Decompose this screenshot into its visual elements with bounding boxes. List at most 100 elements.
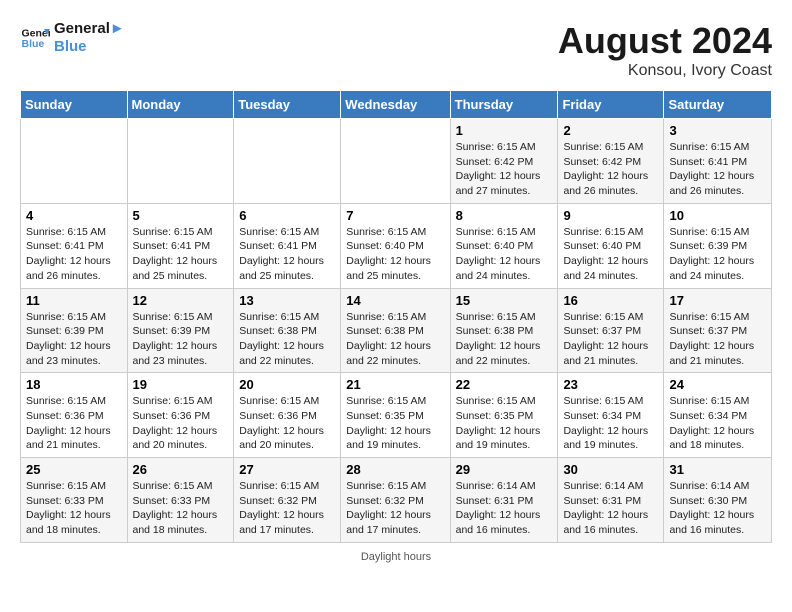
calendar-cell: 13 Sunrise: 6:15 AMSunset: 6:38 PMDayligh…: [234, 288, 341, 373]
calendar-table: SundayMondayTuesdayWednesdayThursdayFrid…: [20, 90, 772, 543]
day-number: 26: [133, 462, 229, 477]
day-number: 10: [669, 208, 766, 223]
calendar-cell: 6 Sunrise: 6:15 AMSunset: 6:41 PMDaylight…: [234, 203, 341, 288]
day-info: Sunrise: 6:14 AMSunset: 6:30 PMDaylight:…: [669, 479, 766, 538]
title-area: August 2024 Konsou, Ivory Coast: [558, 20, 772, 80]
calendar-week-5: 25 Sunrise: 6:15 AMSunset: 6:33 PMDayligh…: [21, 458, 772, 543]
calendar-cell: 14 Sunrise: 6:15 AMSunset: 6:38 PMDayligh…: [341, 288, 450, 373]
calendar-cell: 28 Sunrise: 6:15 AMSunset: 6:32 PMDayligh…: [341, 458, 450, 543]
day-info: Sunrise: 6:15 AMSunset: 6:34 PMDaylight:…: [563, 394, 658, 453]
day-info: Sunrise: 6:15 AMSunset: 6:39 PMDaylight:…: [133, 310, 229, 369]
calendar-week-2: 4 Sunrise: 6:15 AMSunset: 6:41 PMDaylight…: [21, 203, 772, 288]
calendar-cell: 26 Sunrise: 6:15 AMSunset: 6:33 PMDayligh…: [127, 458, 234, 543]
day-info: Sunrise: 6:15 AMSunset: 6:33 PMDaylight:…: [26, 479, 122, 538]
day-number: 22: [456, 377, 553, 392]
day-number: 23: [563, 377, 658, 392]
logo-icon: General Blue: [20, 23, 50, 53]
day-header-thursday: Thursday: [450, 91, 558, 119]
day-number: 11: [26, 293, 122, 308]
calendar-cell: 7Sunrise: 6:15 AMSunset: 6:40 PMDaylight…: [341, 203, 450, 288]
calendar-cell: 27 Sunrise: 6:15 AMSunset: 6:32 PMDayligh…: [234, 458, 341, 543]
day-info: Sunrise: 6:15 AMSunset: 6:32 PMDaylight:…: [346, 479, 444, 538]
day-info: Sunrise: 6:15 AMSunset: 6:34 PMDaylight:…: [669, 394, 766, 453]
day-info: Sunrise: 6:15 AMSunset: 6:39 PMDaylight:…: [26, 310, 122, 369]
day-number: 30: [563, 462, 658, 477]
day-info: Sunrise: 6:15 AMSunset: 6:39 PMDaylight:…: [669, 225, 766, 284]
day-number: 6: [239, 208, 335, 223]
calendar-cell: 2 Sunrise: 6:15 AMSunset: 6:42 PMDaylight…: [558, 119, 664, 204]
month-title: August 2024: [558, 20, 772, 62]
day-info: Sunrise: 6:15 AMSunset: 6:40 PMDaylight:…: [456, 225, 553, 284]
day-info: Sunrise: 6:15 AMSunset: 6:33 PMDaylight:…: [133, 479, 229, 538]
calendar-week-3: 11 Sunrise: 6:15 AMSunset: 6:39 PMDayligh…: [21, 288, 772, 373]
calendar-cell: 8Sunrise: 6:15 AMSunset: 6:40 PMDaylight…: [450, 203, 558, 288]
day-number: 1: [456, 123, 553, 138]
day-number: 3: [669, 123, 766, 138]
day-info: Sunrise: 6:15 AMSunset: 6:41 PMDaylight:…: [669, 140, 766, 199]
calendar-cell: 3 Sunrise: 6:15 AMSunset: 6:41 PMDaylight…: [664, 119, 772, 204]
day-info: Sunrise: 6:15 AMSunset: 6:36 PMDaylight:…: [133, 394, 229, 453]
location: Konsou, Ivory Coast: [558, 62, 772, 80]
calendar-cell: [127, 119, 234, 204]
calendar-week-1: 1 Sunrise: 6:15 AMSunset: 6:42 PMDaylight…: [21, 119, 772, 204]
calendar-cell: 10 Sunrise: 6:15 AMSunset: 6:39 PMDayligh…: [664, 203, 772, 288]
day-number: 16: [563, 293, 658, 308]
calendar-cell: [234, 119, 341, 204]
calendar-cell: 17Sunrise: 6:15 AMSunset: 6:37 PMDayligh…: [664, 288, 772, 373]
day-number: 15: [456, 293, 553, 308]
calendar-cell: 11 Sunrise: 6:15 AMSunset: 6:39 PMDayligh…: [21, 288, 128, 373]
day-number: 7: [346, 208, 444, 223]
day-number: 14: [346, 293, 444, 308]
day-number: 4: [26, 208, 122, 223]
calendar-cell: 19Sunrise: 6:15 AMSunset: 6:36 PMDayligh…: [127, 373, 234, 458]
day-number: 28: [346, 462, 444, 477]
day-info: Sunrise: 6:15 AMSunset: 6:36 PMDaylight:…: [26, 394, 122, 453]
calendar-cell: 9Sunrise: 6:15 AMSunset: 6:40 PMDaylight…: [558, 203, 664, 288]
day-header-monday: Monday: [127, 91, 234, 119]
day-number: 17: [669, 293, 766, 308]
day-info: Sunrise: 6:15 AMSunset: 6:38 PMDaylight:…: [239, 310, 335, 369]
day-info: Sunrise: 6:15 AMSunset: 6:38 PMDaylight:…: [346, 310, 444, 369]
day-number: 31: [669, 462, 766, 477]
day-info: Sunrise: 6:15 AMSunset: 6:37 PMDaylight:…: [563, 310, 658, 369]
day-header-friday: Friday: [558, 91, 664, 119]
day-info: Sunrise: 6:15 AMSunset: 6:38 PMDaylight:…: [456, 310, 553, 369]
day-info: Sunrise: 6:15 AMSunset: 6:36 PMDaylight:…: [239, 394, 335, 453]
day-number: 2: [563, 123, 658, 138]
day-info: Sunrise: 6:14 AMSunset: 6:31 PMDaylight:…: [563, 479, 658, 538]
day-number: 21: [346, 377, 444, 392]
calendar-cell: 15 Sunrise: 6:15 AMSunset: 6:38 PMDayligh…: [450, 288, 558, 373]
calendar-cell: 16 Sunrise: 6:15 AMSunset: 6:37 PMDayligh…: [558, 288, 664, 373]
footer: Daylight hours: [20, 551, 772, 563]
day-number: 13: [239, 293, 335, 308]
calendar-cell: 12 Sunrise: 6:15 AMSunset: 6:39 PMDayligh…: [127, 288, 234, 373]
day-info: Sunrise: 6:15 AMSunset: 6:41 PMDaylight:…: [239, 225, 335, 284]
day-info: Sunrise: 6:15 AMSunset: 6:32 PMDaylight:…: [239, 479, 335, 538]
day-header-sunday: Sunday: [21, 91, 128, 119]
calendar-cell: 18Sunrise: 6:15 AMSunset: 6:36 PMDayligh…: [21, 373, 128, 458]
calendar-week-4: 18Sunrise: 6:15 AMSunset: 6:36 PMDayligh…: [21, 373, 772, 458]
day-header-saturday: Saturday: [664, 91, 772, 119]
day-info: Sunrise: 6:15 AMSunset: 6:35 PMDaylight:…: [456, 394, 553, 453]
day-number: 27: [239, 462, 335, 477]
page-header: General Blue General► Blue August 2024 K…: [20, 20, 772, 80]
day-info: Sunrise: 6:15 AMSunset: 6:42 PMDaylight:…: [563, 140, 658, 199]
calendar-cell: 21 Sunrise: 6:15 AMSunset: 6:35 PMDayligh…: [341, 373, 450, 458]
calendar-cell: 25 Sunrise: 6:15 AMSunset: 6:33 PMDayligh…: [21, 458, 128, 543]
day-number: 5: [133, 208, 229, 223]
calendar-cell: 1Sunrise: 6:15 AMSunset: 6:42 PMDaylight…: [450, 119, 558, 204]
logo-text: General►: [54, 20, 125, 38]
calendar-cell: 5Sunrise: 6:15 AMSunset: 6:41 PMDaylight…: [127, 203, 234, 288]
calendar-header-row: SundayMondayTuesdayWednesdayThursdayFrid…: [21, 91, 772, 119]
logo: General Blue General► Blue: [20, 20, 125, 56]
day-number: 12: [133, 293, 229, 308]
day-header-wednesday: Wednesday: [341, 91, 450, 119]
logo-blue: Blue: [54, 38, 125, 56]
day-number: 20: [239, 377, 335, 392]
calendar-cell: [21, 119, 128, 204]
calendar-cell: 22 Sunrise: 6:15 AMSunset: 6:35 PMDayligh…: [450, 373, 558, 458]
calendar-cell: 30 Sunrise: 6:14 AMSunset: 6:31 PMDayligh…: [558, 458, 664, 543]
day-info: Sunrise: 6:15 AMSunset: 6:35 PMDaylight:…: [346, 394, 444, 453]
day-info: Sunrise: 6:15 AMSunset: 6:40 PMDaylight:…: [563, 225, 658, 284]
day-number: 25: [26, 462, 122, 477]
